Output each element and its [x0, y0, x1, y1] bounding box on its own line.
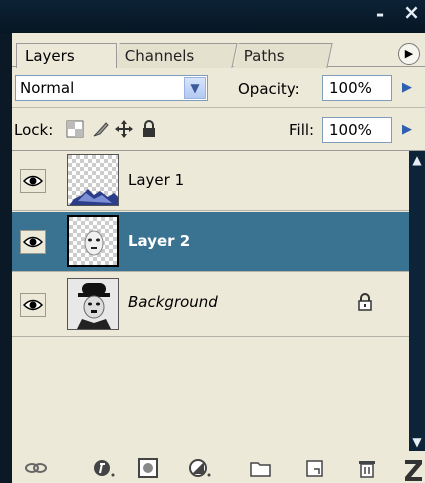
layers-bottom-toolbar	[12, 451, 425, 483]
layer-lock-icon	[357, 293, 373, 315]
layer-style-icon[interactable]	[92, 458, 115, 478]
visibility-eye-icon[interactable]	[20, 293, 46, 317]
layer-row-layer-1[interactable]: Layer 1	[12, 151, 409, 211]
chevron-down-icon[interactable]: ▼	[184, 77, 206, 99]
lock-image-pixels-icon[interactable]	[92, 120, 110, 138]
tab-layers[interactable]: Layers	[16, 43, 117, 68]
palette-title-bar: - ×	[0, 0, 425, 33]
layer-thumbnail	[67, 278, 119, 330]
opacity-value: 100%	[329, 79, 372, 97]
lock-position-icon[interactable]	[115, 120, 133, 138]
layer-name: Layer 1	[128, 171, 185, 189]
lock-row: Lock: Fill: 100% ▶	[12, 109, 425, 151]
scroll-down-icon[interactable]: ▼	[409, 433, 425, 451]
layer-mask-icon[interactable]	[138, 458, 160, 478]
lock-transparent-pixels-icon[interactable]	[66, 120, 84, 138]
link-layers-icon[interactable]	[24, 458, 47, 478]
tab-paths[interactable]: Paths	[233, 43, 333, 68]
new-group-icon[interactable]	[250, 458, 272, 478]
panel-tabs: Paths Channels Layers ▶	[12, 33, 425, 68]
fill-value: 100%	[329, 121, 372, 139]
tab-channels[interactable]: Channels	[114, 43, 238, 68]
layer-row-layer-2[interactable]: Layer 2	[12, 212, 409, 272]
opacity-field[interactable]: 100%	[322, 75, 392, 101]
minimize-button[interactable]: -	[369, 2, 391, 28]
play-arrow-icon: ▶	[404, 47, 414, 60]
fill-slider-arrow-icon[interactable]: ▶	[394, 117, 420, 143]
visibility-eye-icon[interactable]	[20, 230, 46, 254]
scroll-up-icon[interactable]: ▲	[409, 151, 425, 169]
panel-menu-button[interactable]: ▶	[398, 43, 420, 65]
adjustment-layer-icon[interactable]	[188, 458, 211, 478]
close-button[interactable]: ×	[398, 0, 425, 28]
layer-thumbnail	[67, 215, 119, 267]
delete-layer-icon[interactable]	[356, 458, 378, 478]
layers-list: Layer 1 Layer 2 Background	[12, 151, 409, 451]
fill-field[interactable]: 100%	[322, 117, 392, 143]
layer-name: Background	[128, 293, 218, 311]
resize-grip-icon[interactable]	[402, 458, 425, 481]
visibility-eye-icon[interactable]	[20, 169, 46, 193]
fill-label: Fill:	[289, 121, 315, 139]
blend-mode-dropdown[interactable]: Normal ▼	[15, 75, 208, 101]
layers-panel: Paths Channels Layers ▶ Normal ▼ Opacity…	[12, 33, 425, 483]
opacity-label: Opacity:	[238, 80, 300, 98]
lock-all-icon[interactable]	[140, 120, 158, 138]
new-layer-icon[interactable]	[304, 458, 326, 478]
lock-label: Lock:	[14, 121, 54, 139]
opacity-slider-arrow-icon[interactable]: ▶	[394, 75, 420, 101]
layer-row-background[interactable]: Background	[12, 273, 409, 337]
layer-name: Layer 2	[128, 232, 191, 250]
layer-thumbnail	[67, 154, 119, 206]
blend-mode-row: Normal ▼ Opacity: 100% ▶	[12, 68, 425, 108]
blend-mode-value: Normal	[20, 79, 75, 97]
layers-scrollbar[interactable]: ▲ ▼	[409, 151, 425, 451]
